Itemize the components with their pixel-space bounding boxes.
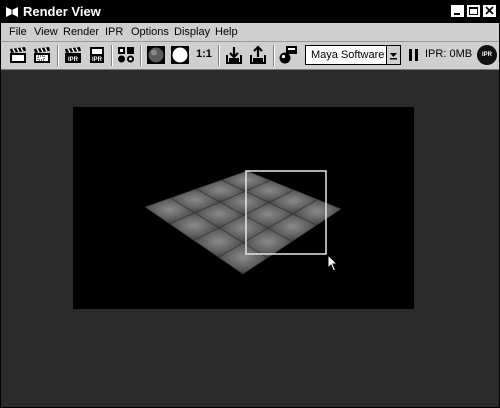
ipr-refresh-icon[interactable]: IPR [87, 45, 107, 65]
close-button[interactable] [482, 4, 497, 18]
render-globals-icon[interactable] [278, 45, 298, 65]
renderer-dropdown-button[interactable] [386, 46, 400, 64]
rendered-plane [144, 170, 342, 275]
minimize-icon [454, 13, 460, 15]
mouse-cursor-icon [327, 254, 339, 272]
svg-text:IPR: IPR [92, 57, 103, 63]
toolbar: IPR IPR 1:1 Maya Software IPR: 0MB IPR [1, 42, 499, 70]
toolbar-separator [273, 45, 275, 66]
svg-text:IPR: IPR [68, 57, 79, 63]
toolbar-separator [57, 45, 59, 66]
clapper-icon[interactable] [8, 45, 28, 65]
toolbar-separator [218, 45, 220, 66]
app-icon [4, 4, 20, 20]
remove-image-icon[interactable] [248, 45, 268, 65]
menu-ipr[interactable]: IPR [105, 25, 123, 39]
color-sphere-icon[interactable] [146, 45, 166, 65]
toolbar-separator [140, 45, 142, 66]
ipr-render-icon[interactable]: IPR [63, 45, 83, 65]
menu-bar: File View Render IPR Options Display Hel… [1, 23, 499, 42]
chevron-down-icon [390, 53, 397, 60]
menu-file[interactable]: File [9, 25, 27, 39]
menu-help[interactable]: Help [215, 25, 238, 39]
renderer-dropdown[interactable]: Maya Software [305, 45, 401, 65]
toolbar-separator [111, 45, 113, 66]
render-viewport[interactable] [7, 74, 493, 402]
renderer-value: Maya Software [311, 49, 385, 61]
pause-icon[interactable] [409, 49, 418, 61]
window-title: Render View [23, 4, 101, 19]
ipr-memory-readout: IPR: 0MB [425, 48, 473, 60]
alpha-sphere-icon[interactable] [170, 45, 190, 65]
snapshot-icon[interactable] [116, 45, 136, 65]
menu-render[interactable]: Render [63, 25, 99, 39]
ipr-badge-icon[interactable]: IPR [477, 45, 497, 65]
title-bar[interactable]: Render View [1, 1, 499, 23]
clapper-region-icon[interactable] [32, 45, 52, 65]
maximize-icon [469, 7, 478, 15]
minimize-button[interactable] [450, 4, 465, 18]
menu-options[interactable]: Options [131, 25, 169, 39]
maximize-button[interactable] [466, 4, 481, 18]
menu-view[interactable]: View [34, 25, 58, 39]
render-view-window: Render View File View Render IPR Options… [0, 0, 500, 408]
menu-display[interactable]: Display [174, 25, 210, 39]
rendered-image[interactable] [73, 107, 414, 309]
close-icon [485, 6, 494, 15]
keep-image-icon[interactable] [224, 45, 244, 65]
zoom-one-to-one-button[interactable]: 1:1 [196, 48, 212, 60]
